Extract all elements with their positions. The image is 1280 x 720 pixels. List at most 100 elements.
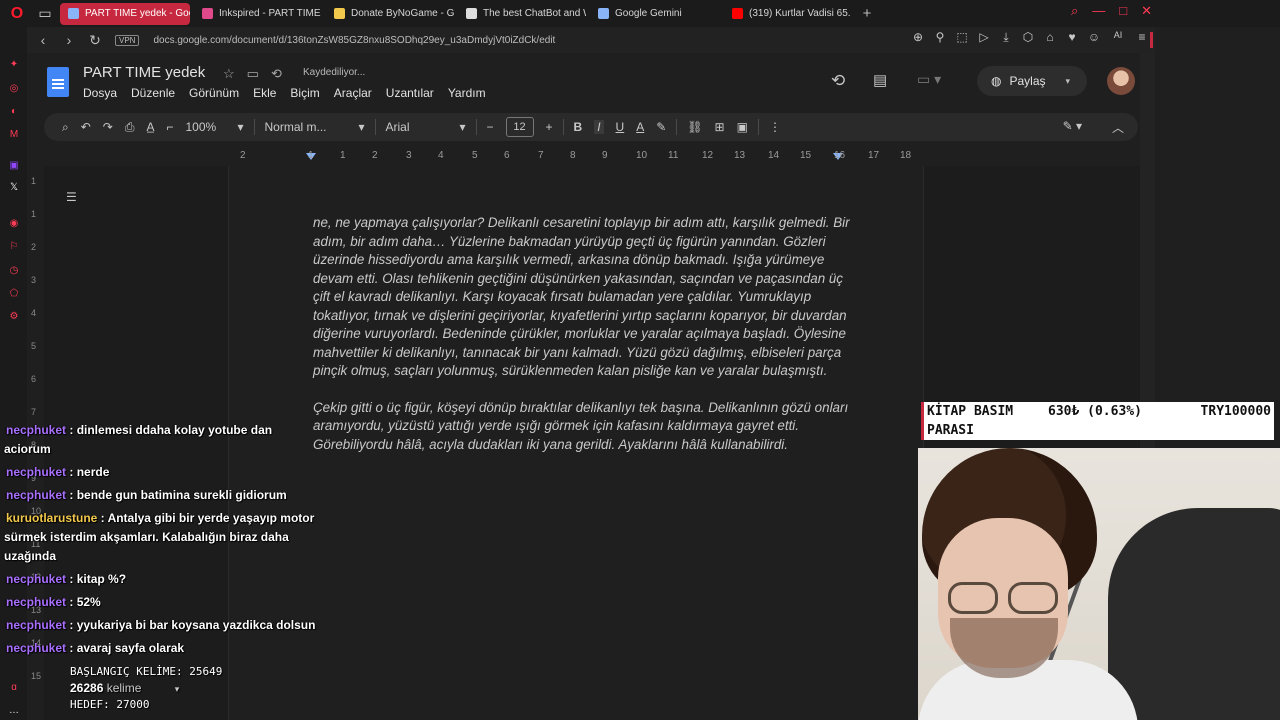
tab-label: Donate ByNoGame - Gele	[351, 8, 454, 19]
insert-image-icon[interactable]: ▣	[731, 120, 754, 134]
document-title[interactable]: PART TIME yedek	[83, 64, 205, 81]
menu-item[interactable]: Görünüm	[189, 86, 239, 100]
decrease-font-size-button[interactable]: −	[481, 120, 500, 134]
more-options-icon[interactable]: ⋮	[763, 120, 787, 134]
font-size-input[interactable]: 12	[505, 117, 534, 137]
pinboard-icon[interactable]: ⬠	[7, 286, 21, 300]
meet-icon[interactable]: ▭ ▾	[917, 71, 941, 88]
italic-button[interactable]: I	[594, 120, 604, 134]
browser-tab[interactable]: Google Gemini	[590, 3, 720, 25]
document-outline-icon[interactable]: ☰	[66, 190, 77, 204]
chat-username[interactable]: necphuket	[6, 423, 66, 437]
play-icon[interactable]: ▷	[977, 30, 991, 45]
close-window-icon[interactable]: ✕	[1141, 3, 1152, 19]
forward-icon[interactable]: ›	[59, 30, 79, 50]
ruler-number: 1	[31, 176, 37, 186]
menu-item[interactable]: Dosya	[83, 86, 117, 100]
heart-icon[interactable]: ♥	[1065, 30, 1079, 45]
chat-username[interactable]: necphuket	[6, 572, 66, 586]
word-count-badge[interactable]: 26286 kelime ▾	[70, 680, 222, 697]
document-body[interactable]: ne, ne yapmaya çalışıyorlar? Delikanlı c…	[313, 214, 853, 454]
version-history-icon[interactable]: ⟲	[831, 71, 845, 91]
opera-menu-icon[interactable]: O	[6, 3, 28, 25]
document-page[interactable]: ne, ne yapmaya çalışıyorlar? Delikanlı c…	[228, 166, 924, 720]
browser-tab[interactable]: Donate ByNoGame - Gele	[326, 3, 454, 25]
bookmark-icon[interactable]: ⚐	[7, 239, 21, 253]
highlight-icon[interactable]: ✎	[650, 120, 672, 134]
chat-username[interactable]: necphuket	[6, 595, 66, 609]
undo-icon[interactable]: ↶	[75, 120, 97, 134]
spellcheck-icon[interactable]: A̲	[140, 120, 160, 134]
zoom-select[interactable]: 100% ▾	[180, 120, 250, 134]
reload-icon[interactable]: ↻	[85, 30, 105, 50]
menu-item[interactable]: Araçlar	[334, 86, 372, 100]
more-icon[interactable]: …	[7, 703, 21, 717]
aria-icon[interactable]: ✦	[7, 57, 21, 71]
editing-mode-icon[interactable]: ✎ ▾	[1063, 119, 1082, 136]
pin-icon[interactable]: ⚲	[933, 30, 947, 45]
link-icon[interactable]: ⛓	[681, 120, 708, 134]
avatar[interactable]	[1107, 67, 1135, 95]
style-select[interactable]: Normal m... ▾	[259, 120, 371, 134]
minimize-icon[interactable]: —	[1092, 3, 1105, 19]
search-tabs-icon[interactable]: ⌕	[1071, 3, 1078, 19]
menu-item[interactable]: Ekle	[253, 86, 276, 100]
hide-menus-icon[interactable]: ︿	[1112, 119, 1124, 136]
menu-icon[interactable]: ≡	[1135, 30, 1149, 45]
chat-username[interactable]: kuruotlarustune	[6, 511, 97, 525]
chevron-down-icon[interactable]: ▾	[1066, 76, 1071, 87]
docs-logo-icon[interactable]	[47, 67, 69, 97]
snapshot-icon[interactable]: ⬚	[955, 30, 969, 45]
browser-tab[interactable]: The best ChatBot and Wr	[458, 3, 586, 25]
messenger-icon[interactable]: ◐	[7, 104, 21, 118]
chat-username[interactable]: necphuket	[6, 641, 66, 655]
menu-item[interactable]: Düzenle	[131, 86, 175, 100]
gx-icon[interactable]: ɑ	[7, 680, 21, 694]
menu-item[interactable]: Yardım	[448, 86, 486, 100]
wallet-icon[interactable]: ⌂	[1043, 30, 1057, 45]
document-paragraph[interactable]: ne, ne yapmaya çalışıyorlar? Delikanlı c…	[313, 214, 853, 381]
move-folder-icon[interactable]: ▭	[247, 66, 259, 82]
browser-tab[interactable]: (319) Kurtlar Vadisi 65. Bö	[724, 3, 852, 25]
font-select[interactable]: Arial ▾	[380, 120, 472, 134]
vpn-badge[interactable]: VPN	[115, 34, 140, 46]
search-icon[interactable]: ⌕	[56, 120, 75, 135]
extensions-icon[interactable]: ⬡	[1021, 30, 1035, 45]
history-icon[interactable]: ◷	[7, 263, 21, 277]
maximize-icon[interactable]: □	[1119, 3, 1127, 19]
chat-username[interactable]: necphuket	[6, 465, 66, 479]
twitch-icon[interactable]: ▣	[7, 158, 21, 172]
document-paragraph[interactable]: Çekip gitti o üç figür, köşeyi dönüp bır…	[313, 399, 853, 455]
url-field[interactable]: docs.google.com/document/d/136tonZsW85GZ…	[153, 35, 555, 46]
browser-tab[interactable]: Inkspired - PART TIME	[194, 3, 322, 25]
bold-button[interactable]: B	[574, 120, 583, 134]
share-button[interactable]: ◍ Paylaş ▾	[977, 66, 1087, 96]
comments-icon[interactable]: ▤	[873, 71, 887, 89]
mail-icon[interactable]: M	[7, 127, 21, 141]
print-icon[interactable]: ⎙	[119, 120, 141, 135]
zoom-icon[interactable]: ⊕	[911, 30, 925, 45]
tab-overview-icon[interactable]: ▭	[34, 3, 56, 25]
player-icon[interactable]: ◉	[7, 216, 21, 230]
settings-icon[interactable]: ⚙	[7, 309, 21, 323]
paint-format-icon[interactable]: ⌐	[160, 120, 179, 134]
add-comment-icon[interactable]: ⊞	[709, 120, 731, 134]
instagram-icon[interactable]: ◎	[7, 81, 21, 95]
increase-font-size-button[interactable]: +	[540, 120, 559, 134]
new-tab-button[interactable]: +	[858, 5, 876, 23]
redo-icon[interactable]: ↷	[97, 120, 119, 134]
star-icon[interactable]: ☆	[223, 66, 235, 82]
menu-item[interactable]: Uzantılar	[386, 86, 434, 100]
horizontal-ruler[interactable]: 2 1 1 2 3 4 5 6 7 8 9 10 11 12 13 14 15 16 17 18	[228, 150, 924, 164]
chat-username[interactable]: necphuket	[6, 618, 66, 632]
browser-tab[interactable]: PART TIME yedek - Googl	[60, 2, 190, 25]
chat-username[interactable]: necphuket	[6, 488, 66, 502]
underline-button[interactable]: U	[616, 120, 625, 134]
ai-button[interactable]: AI	[1109, 30, 1127, 45]
x-icon[interactable]: 𝕏	[7, 180, 21, 194]
text-color-button[interactable]: A	[636, 120, 644, 134]
back-icon[interactable]: ‹	[33, 30, 53, 50]
profile-icon[interactable]: ☺	[1087, 30, 1101, 45]
download-icon[interactable]: ⤓	[999, 30, 1013, 45]
menu-item[interactable]: Biçim	[290, 86, 319, 100]
